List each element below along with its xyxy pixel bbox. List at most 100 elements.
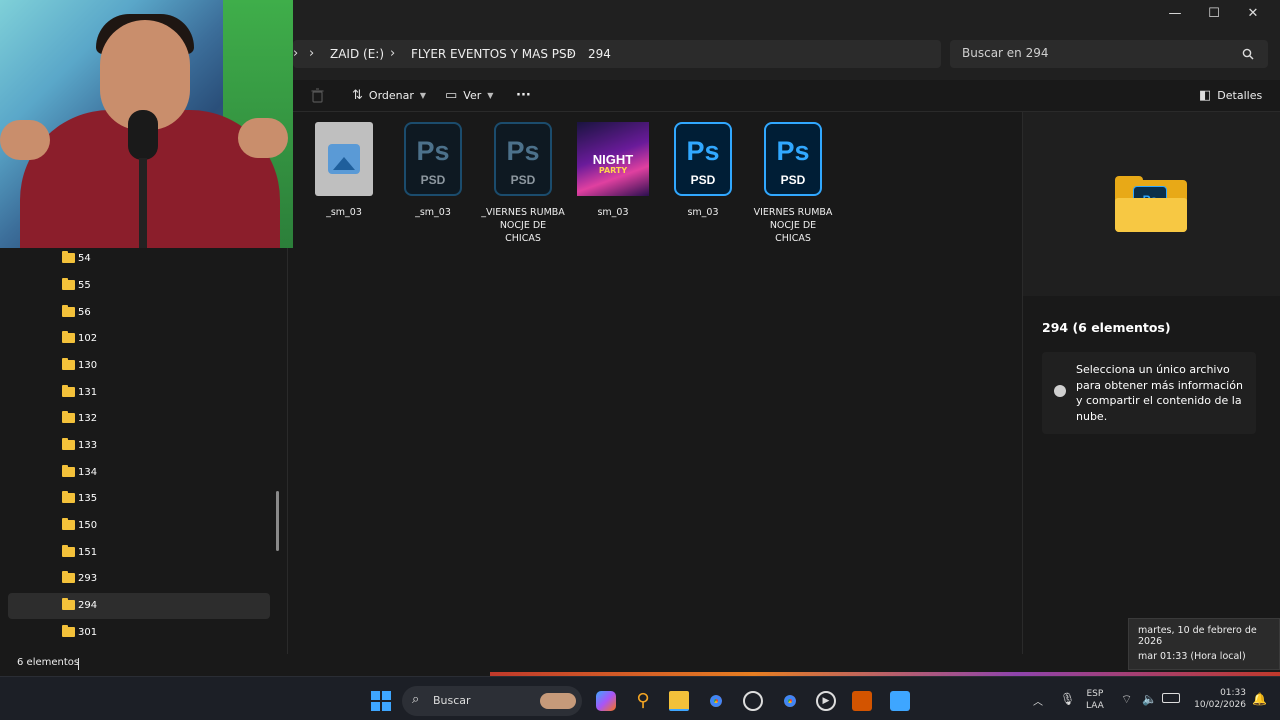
file-explorer-icon[interactable] — [669, 691, 689, 711]
folder-icon — [62, 331, 75, 343]
microphone-icon — [128, 110, 158, 160]
folder-icon — [62, 411, 75, 423]
nav-folder-54[interactable]: 54 — [8, 246, 270, 272]
file-item[interactable]: _sm_03 — [302, 120, 386, 219]
file-item[interactable]: Ps PSD VIERNES RUMBA NOCJE DE CHICAS — [751, 120, 835, 245]
breadcrumb-drive[interactable]: ZAID (E:) — [330, 40, 384, 68]
nav-folder-293[interactable]: 293 — [8, 566, 270, 592]
app-icon[interactable] — [743, 691, 763, 711]
image-thumbnail: NIGHT PARTY — [577, 122, 649, 196]
maximize-button[interactable]: ☐ — [1199, 4, 1229, 24]
taskbar-search-label: Buscar — [433, 694, 471, 707]
nav-folder-294[interactable]: 294 — [8, 593, 270, 619]
search-box[interactable] — [950, 40, 1268, 68]
media-player-icon[interactable]: ▶ — [816, 691, 836, 711]
file-item[interactable]: NIGHT PARTY sm_03 — [571, 120, 655, 219]
nav-folder-301[interactable]: 301 — [8, 620, 270, 646]
file-item[interactable]: Ps PSD sm_03 — [661, 120, 745, 219]
search-icon: ⌕ — [412, 692, 420, 707]
navigation-pane[interactable]: 54 55 56 102 130 131 132 133 134 135 150… — [0, 248, 288, 654]
nav-scrollbar[interactable] — [276, 491, 279, 551]
sort-icon: ⇅ — [352, 88, 363, 103]
sort-button[interactable]: ⇅ Ordenar ▼ — [352, 86, 426, 106]
folder-icon — [62, 491, 75, 503]
taskbar: ⌕ Buscar ⚲ ▶ ︿ 🎙 ESP LAA ⌔ 🔈 01:33 10/02… — [0, 676, 1280, 720]
details-info-box: Selecciona un único archivo para obtener… — [1042, 352, 1256, 434]
details-label: Detalles — [1217, 89, 1263, 102]
more-options-button[interactable]: ··· — [516, 86, 531, 106]
file-item[interactable]: Ps PSD _sm_03 — [391, 120, 475, 219]
chevron-right-icon: › — [390, 46, 396, 61]
tooltip-date: martes, 10 de febrero de 2026 — [1138, 625, 1257, 647]
status-divider — [78, 658, 79, 670]
battery-icon[interactable] — [1162, 693, 1180, 703]
copilot-icon[interactable] — [596, 691, 616, 711]
app-orange-icon[interactable] — [852, 691, 872, 711]
taskbar-clock[interactable]: 01:33 10/02/2026 — [1190, 687, 1246, 711]
view-icon: ▭ — [445, 88, 458, 103]
details-info-text: Selecciona un único archivo para obtener… — [1076, 363, 1243, 423]
volume-icon[interactable]: 🔈 — [1142, 692, 1157, 706]
view-label: Ver — [463, 89, 482, 102]
breadcrumb-folder[interactable]: FLYER EVENTOS Y MAS PSD — [411, 40, 576, 68]
chrome-profile-icon[interactable] — [780, 691, 800, 711]
nav-folder-135[interactable]: 135 — [8, 486, 270, 512]
minimize-button[interactable]: — — [1160, 4, 1190, 24]
folder-icon — [62, 571, 75, 583]
wifi-icon[interactable]: ⌔ — [1121, 692, 1132, 707]
nav-folder-151[interactable]: 151 — [8, 540, 270, 566]
chevron-down-icon: ▼ — [487, 91, 494, 100]
search-icon[interactable] — [1242, 48, 1254, 60]
nav-folder-132[interactable]: 132 — [8, 406, 270, 432]
file-name: sm_03 — [597, 207, 629, 218]
folder-icon — [62, 305, 75, 317]
close-button[interactable]: ✕ — [1238, 4, 1268, 24]
nav-folder-55[interactable]: 55 — [8, 273, 270, 299]
folder-icon — [62, 465, 75, 477]
chevron-right-icon: › — [568, 46, 574, 61]
view-button[interactable]: ▭ Ver ▼ — [445, 86, 493, 106]
folder-icon — [62, 358, 75, 370]
nav-folder-102[interactable]: 102 — [8, 326, 270, 352]
nav-folder-130[interactable]: 130 — [8, 353, 270, 379]
chevron-right-icon: › — [309, 46, 315, 61]
notification-bell-icon[interactable]: 🔔 — [1252, 692, 1267, 706]
file-name: _sm_03 — [415, 207, 451, 218]
microphone-tray-icon[interactable]: 🎙 — [1060, 692, 1075, 706]
breadcrumb[interactable]: › › ZAID (E:) › FLYER EVENTOS Y MAS PSD … — [293, 40, 941, 68]
file-name: _VIERNES RUMBA NOCJE DE CHICAS — [481, 207, 565, 244]
details-preview: Ps — [1023, 112, 1280, 296]
folder-icon — [62, 385, 75, 397]
folder-icon — [62, 545, 75, 557]
details-title: 294 (6 elementos) — [1042, 320, 1171, 335]
psd-file-icon: Ps PSD — [404, 122, 462, 196]
magnifier-app-icon[interactable]: ⚲ — [633, 691, 653, 711]
search-input[interactable] — [962, 46, 1232, 60]
chevron-right-icon: › — [293, 46, 299, 61]
info-icon — [1054, 385, 1066, 397]
delete-icon[interactable] — [311, 88, 324, 103]
file-name: VIERNES RUMBA NOCJE DE CHICAS — [753, 207, 833, 244]
sort-label: Ordenar — [368, 89, 414, 102]
chevron-up-icon[interactable]: ︿ — [1033, 693, 1043, 708]
nav-folder-150[interactable]: 150 — [8, 513, 270, 539]
nav-folder-131[interactable]: 131 — [8, 380, 270, 406]
folder-icon — [62, 278, 75, 290]
folder-icon — [62, 625, 75, 637]
folder-icon — [62, 251, 75, 263]
paint-app-icon[interactable] — [890, 691, 910, 711]
breadcrumb-current[interactable]: 294 — [588, 40, 611, 68]
nav-folder-134[interactable]: 134 — [8, 460, 270, 486]
taskbar-search[interactable]: ⌕ Buscar — [402, 686, 582, 716]
language-indicator[interactable]: ESP LAA — [1086, 688, 1104, 712]
folder-icon — [62, 518, 75, 530]
folder-icon — [62, 438, 75, 450]
details-pane-button[interactable]: ◧ Detalles — [1199, 86, 1262, 106]
nav-folder-133[interactable]: 133 — [8, 433, 270, 459]
nav-folder-56[interactable]: 56 — [8, 300, 270, 326]
start-button[interactable] — [371, 691, 391, 711]
details-pane: Ps 294 (6 elementos) Selecciona un único… — [1022, 112, 1280, 654]
chrome-icon[interactable] — [706, 691, 726, 711]
clock-tooltip: martes, 10 de febrero de 2026 mar 01:33 … — [1128, 618, 1280, 670]
file-item[interactable]: Ps PSD _VIERNES RUMBA NOCJE DE CHICAS — [481, 120, 565, 245]
